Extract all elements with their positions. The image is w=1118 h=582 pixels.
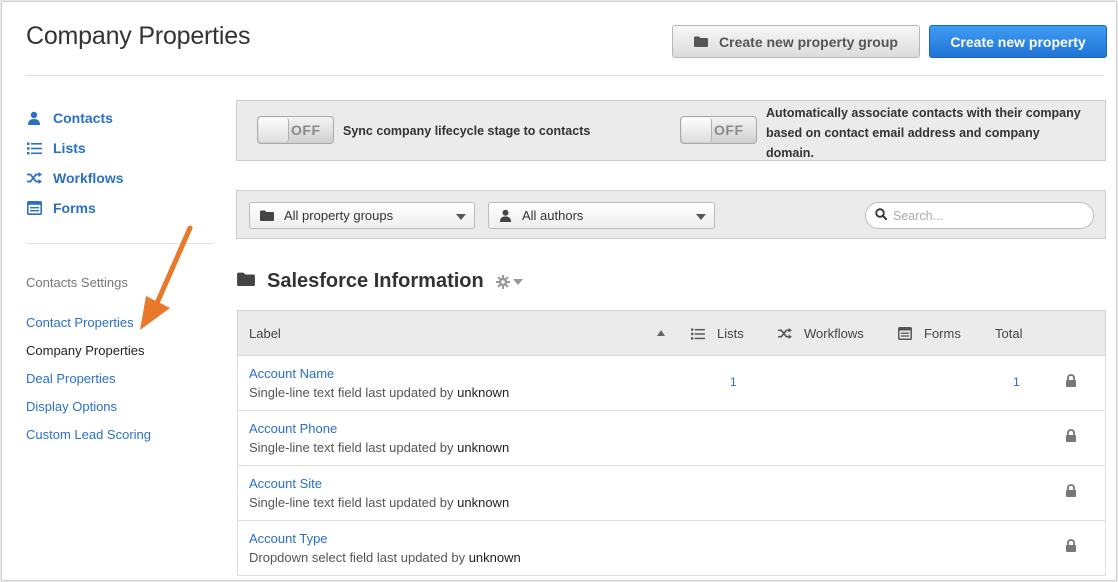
column-header-workflows[interactable]: Workflows bbox=[778, 326, 864, 341]
updated-by: unknown bbox=[457, 385, 510, 400]
property-description: Single-line text field last updated by u… bbox=[249, 385, 509, 400]
person-icon bbox=[26, 110, 42, 126]
create-property-group-button[interactable]: Create new property group bbox=[672, 25, 920, 58]
shuffle-icon bbox=[26, 170, 42, 186]
settings-link-display-options[interactable]: Display Options bbox=[26, 392, 151, 420]
create-property-group-label: Create new property group bbox=[719, 33, 898, 50]
folder-icon bbox=[694, 34, 709, 50]
property-name-link[interactable]: Account Phone bbox=[249, 421, 337, 436]
shuffle-icon bbox=[778, 328, 792, 339]
folder-icon bbox=[260, 210, 274, 221]
auto-associate-line: domain. bbox=[766, 146, 814, 160]
lock-icon bbox=[1065, 429, 1077, 447]
column-workflows-text: Workflows bbox=[804, 326, 864, 341]
updated-by: unknown bbox=[457, 495, 510, 510]
property-name-link[interactable]: Account Name bbox=[249, 366, 334, 381]
properties-table: Label Lists Workflows Forms Total Accoun… bbox=[237, 310, 1106, 576]
property-description: Single-line text field last updated by u… bbox=[249, 440, 509, 455]
settings-link-deal-properties[interactable]: Deal Properties bbox=[26, 364, 151, 392]
toggle-knob bbox=[259, 118, 289, 142]
table-header: Label Lists Workflows Forms Total bbox=[237, 311, 1106, 356]
toggle-state-label: OFF bbox=[714, 122, 744, 138]
property-type-text: Single-line text field last updated by bbox=[249, 385, 454, 400]
lock-icon bbox=[1065, 539, 1077, 557]
auto-associate-toggle[interactable]: OFF bbox=[680, 116, 757, 144]
property-name-link[interactable]: Account Type bbox=[249, 531, 328, 546]
lifecycle-sync-label: Sync company lifecycle stage to contacts bbox=[343, 124, 591, 138]
chevron-down-icon bbox=[512, 278, 523, 285]
settings-heading: Contacts Settings bbox=[26, 275, 128, 290]
sidebar-item-forms[interactable]: Forms bbox=[26, 193, 124, 223]
list-icon bbox=[691, 327, 705, 340]
sidebar-item-lists[interactable]: Lists bbox=[26, 133, 124, 163]
lifecycle-sync-toggle[interactable]: OFF bbox=[257, 116, 334, 144]
settings-link-custom-lead-scoring[interactable]: Custom Lead Scoring bbox=[26, 420, 151, 448]
chevron-down-icon bbox=[456, 214, 466, 220]
column-total-text: Total bbox=[995, 326, 1023, 341]
sidebar-item-contacts[interactable]: Contacts bbox=[26, 103, 124, 133]
property-groups-value: All property groups bbox=[284, 208, 394, 223]
search-box bbox=[865, 202, 1094, 229]
auto-associate-line: Automatically associate contacts with th… bbox=[766, 106, 1081, 120]
table-row: Account Name Single-line text field last… bbox=[237, 356, 1106, 411]
filter-bar: All property groups All authors bbox=[236, 190, 1106, 239]
group-settings-dropdown[interactable] bbox=[495, 274, 523, 289]
total-count[interactable]: 1 bbox=[1013, 375, 1020, 389]
lists-count[interactable]: 1 bbox=[730, 375, 737, 389]
property-group-title: Salesforce Information bbox=[267, 270, 484, 292]
sync-settings-bar: OFF Sync company lifecycle stage to cont… bbox=[236, 100, 1106, 161]
column-label-text: Label bbox=[249, 326, 281, 341]
search-icon bbox=[875, 207, 888, 225]
updated-by: unknown bbox=[457, 440, 510, 455]
property-name-link[interactable]: Account Site bbox=[249, 476, 322, 491]
form-icon bbox=[898, 327, 912, 340]
sidebar-item-label: Forms bbox=[53, 200, 96, 216]
gear-icon bbox=[495, 274, 510, 289]
sidebar-item-label: Contacts bbox=[53, 110, 113, 126]
property-groups-select[interactable]: All property groups bbox=[249, 202, 475, 229]
sidebar-item-label: Workflows bbox=[53, 170, 124, 186]
authors-select[interactable]: All authors bbox=[488, 202, 715, 229]
column-lists-text: Lists bbox=[717, 326, 744, 341]
sort-ascending-icon[interactable] bbox=[657, 330, 665, 336]
authors-value: All authors bbox=[522, 208, 584, 223]
person-icon bbox=[499, 209, 512, 222]
folder-icon bbox=[237, 272, 255, 291]
property-group-header: Salesforce Information bbox=[237, 270, 523, 293]
table-row: Account Type Dropdown select field last … bbox=[237, 521, 1106, 576]
app-window: Company Properties Create new property g… bbox=[1, 1, 1117, 581]
updated-by: unknown bbox=[468, 550, 521, 565]
annotation-arrow-icon bbox=[140, 225, 193, 330]
table-row: Account Site Single-line text field last… bbox=[237, 466, 1106, 521]
list-icon bbox=[26, 140, 42, 156]
auto-associate-label: Automatically associate contacts with th… bbox=[766, 103, 1081, 163]
column-header-label[interactable]: Label bbox=[249, 326, 281, 341]
create-property-button[interactable]: Create new property bbox=[929, 25, 1107, 58]
chevron-down-icon bbox=[696, 214, 706, 220]
lock-icon bbox=[1065, 484, 1077, 502]
column-header-total[interactable]: Total bbox=[995, 326, 1022, 341]
search-input[interactable] bbox=[893, 208, 1083, 223]
lock-icon bbox=[1065, 374, 1077, 392]
property-description: Single-line text field last updated by u… bbox=[249, 495, 509, 510]
property-description: Dropdown select field last updated by un… bbox=[249, 550, 521, 565]
column-header-forms[interactable]: Forms bbox=[898, 326, 961, 341]
toggle-state-label: OFF bbox=[291, 122, 321, 138]
sidebar-item-label: Lists bbox=[53, 140, 86, 156]
page-title: Company Properties bbox=[26, 22, 251, 50]
column-forms-text: Forms bbox=[924, 326, 961, 341]
property-type-text: Single-line text field last updated by bbox=[249, 495, 454, 510]
sidebar-nav: Contacts Lists Workflows Forms bbox=[26, 103, 124, 223]
form-icon bbox=[26, 200, 42, 216]
auto-associate-line: based on contact email address and compa… bbox=[766, 126, 1040, 140]
property-type-text: Single-line text field last updated by bbox=[249, 440, 454, 455]
property-type-text: Dropdown select field last updated by bbox=[249, 550, 466, 565]
toggle-knob bbox=[682, 118, 712, 142]
sidebar-item-workflows[interactable]: Workflows bbox=[26, 163, 124, 193]
table-row: Account Phone Single-line text field las… bbox=[237, 411, 1106, 466]
column-header-lists[interactable]: Lists bbox=[691, 326, 744, 341]
header-divider bbox=[26, 75, 1104, 76]
